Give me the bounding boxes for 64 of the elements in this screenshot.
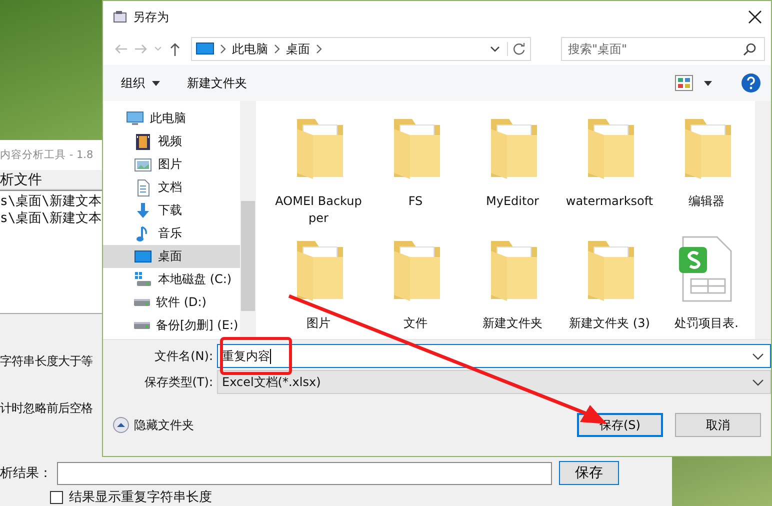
cancel-button[interactable]: 取消 <box>675 413 761 437</box>
file-name[interactable]: AOMEI Backupper <box>272 193 364 227</box>
scrollbar[interactable] <box>240 101 256 339</box>
nav-item[interactable]: 桌面 <box>103 245 240 268</box>
pictures-icon <box>134 156 152 174</box>
nav-item[interactable]: 文档 <box>103 176 240 199</box>
option-label: 计时忽略前后空格 <box>0 400 93 417</box>
chevron-icon <box>220 44 226 54</box>
result-label: 析结果： <box>0 465 52 482</box>
monitor-icon <box>196 42 214 56</box>
view-options-icon[interactable] <box>675 75 693 91</box>
window-icon <box>113 10 127 24</box>
nav-item[interactable]: 此电脑 <box>103 107 240 130</box>
close-icon[interactable] <box>747 9 763 25</box>
address-bar[interactable]: 此电脑 桌面 <box>191 37 531 61</box>
file-name[interactable]: 处罚项目表. <box>660 315 752 332</box>
hide-folders-toggle[interactable]: 隐藏文件夹 <box>113 416 194 434</box>
file-name[interactable]: 新建文件夹 <box>466 315 558 332</box>
nav-item[interactable]: 本地磁盘 (C:) <box>103 268 240 291</box>
file-name[interactable]: watermarksoft <box>564 193 656 210</box>
filename-input-field[interactable]: 重复内容 <box>217 344 771 368</box>
search-field[interactable]: 搜索"桌面" <box>561 37 765 61</box>
refresh-icon[interactable] <box>507 42 526 56</box>
chevron-icon <box>316 44 322 54</box>
file-name[interactable]: FS <box>370 193 462 210</box>
file-name[interactable]: 图片 <box>272 315 364 332</box>
group-label: 析文件 <box>0 170 42 189</box>
caret-icon <box>151 79 161 87</box>
caret-icon[interactable] <box>703 79 713 87</box>
option-label: 字符串长度大于等 <box>0 353 93 370</box>
highlight-frame <box>220 337 292 375</box>
filetype-dropdown[interactable]: Excel文档(*.xlsx) <box>217 370 771 394</box>
file-name[interactable]: 文件 <box>370 315 462 332</box>
system-drive-icon <box>134 270 152 288</box>
scrollbar[interactable] <box>755 101 771 339</box>
drive-icon <box>134 322 150 329</box>
file-name[interactable]: 编辑器 <box>660 193 752 210</box>
filetype-label: 保存类型(T): <box>143 374 214 390</box>
window-title: 另存为 <box>133 8 169 26</box>
nav-item[interactable]: 下载 <box>103 199 240 222</box>
help-icon[interactable] <box>741 73 761 93</box>
video-icon <box>134 132 152 150</box>
filename-value: 重复内容 <box>222 348 270 364</box>
result-input-field[interactable] <box>57 462 552 484</box>
computer-icon <box>126 110 144 128</box>
drive-icon <box>134 299 150 306</box>
search-icon[interactable] <box>743 42 757 56</box>
file-name[interactable]: 新建文件夹 (3) <box>564 315 656 332</box>
desktop-icon <box>134 248 152 266</box>
nav-item[interactable]: 备份[勿删] (E:) <box>103 314 240 337</box>
organize-menu-button[interactable]: 组织 <box>119 72 163 94</box>
checkbox[interactable] <box>50 490 63 504</box>
breadcrumb-item[interactable]: 此电脑 <box>232 40 268 58</box>
downloads-icon <box>134 202 152 220</box>
filename-label: 文件名(N): <box>154 348 214 364</box>
chevron-icon <box>274 44 280 54</box>
nav-item[interactable]: 音乐 <box>103 222 240 245</box>
checkbox-label: 结果显示重复字符串长度 <box>69 489 212 506</box>
save-button[interactable]: 保存 <box>559 461 619 485</box>
file-name[interactable]: MyEditor <box>466 193 558 210</box>
nav-item[interactable]: 软件 (D:) <box>103 291 240 314</box>
collapse-icon <box>113 417 129 433</box>
breadcrumb-item[interactable]: 桌面 <box>286 40 310 58</box>
new-folder-button[interactable]: 新建文件夹 <box>185 72 249 94</box>
